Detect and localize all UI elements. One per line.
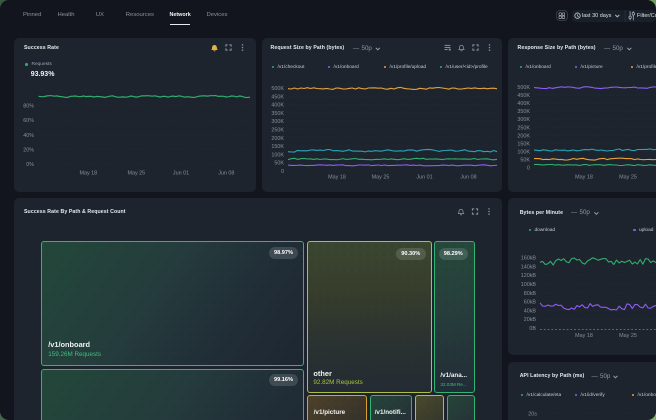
svg-text:20s: 20s — [528, 412, 537, 418]
